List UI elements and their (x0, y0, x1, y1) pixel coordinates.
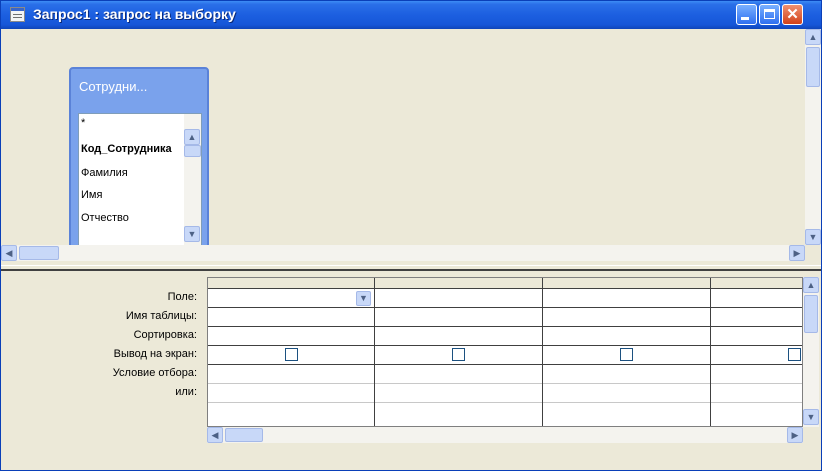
upper-horizontal-scrollbar[interactable]: ◀ ▶ (1, 245, 805, 261)
upper-vertical-scrollbar[interactable]: ▲ ▼ (805, 29, 821, 245)
field-item[interactable]: Имя (81, 189, 102, 201)
field-item-key[interactable]: Код_Сотрудника (81, 143, 172, 155)
scroll-thumb[interactable] (184, 145, 201, 157)
close-button[interactable]: ✕ (782, 4, 803, 25)
scroll-down-icon[interactable]: ▼ (805, 229, 821, 245)
minimize-icon (741, 17, 749, 20)
scroll-thumb[interactable] (804, 295, 818, 333)
grid-column[interactable] (711, 278, 802, 426)
field-item[interactable]: Отчество (81, 212, 129, 224)
query-window: Запрос1 : запрос на выборку ✕ Сотрудни..… (0, 0, 822, 471)
scroll-thumb[interactable] (225, 428, 263, 442)
show-checkbox[interactable] (452, 348, 465, 361)
field-item[interactable]: * (81, 117, 85, 129)
show-cell[interactable] (208, 346, 374, 365)
table-pane[interactable]: Сотрудни... * Код_Сотрудника Фамилия Имя… (1, 29, 821, 265)
row-label-sort: Сортировка: (133, 329, 197, 341)
design-grid-pane: Поле: Имя таблицы: Сортировка: Вывод на … (1, 271, 821, 470)
maximize-button[interactable] (759, 4, 780, 25)
grid-vertical-scrollbar[interactable]: ▲ ▼ (803, 277, 819, 427)
query-window-icon[interactable] (10, 7, 25, 22)
maximize-icon (764, 9, 775, 19)
sort-cell[interactable] (543, 327, 710, 346)
scroll-right-icon[interactable]: ▶ (787, 427, 803, 443)
sort-cell[interactable] (375, 327, 542, 346)
scroll-right-icon[interactable]: ▶ (789, 245, 805, 261)
minimize-button[interactable] (736, 4, 757, 25)
row-label-or: или: (175, 386, 197, 398)
criteria-cell[interactable] (375, 365, 542, 384)
sort-cell[interactable] (711, 327, 802, 346)
grid-column[interactable] (543, 278, 711, 426)
field-item[interactable]: Фамилия (81, 167, 128, 179)
row-label-table: Имя таблицы: (125, 310, 197, 322)
row-label-show: Вывод на экран: (113, 348, 197, 360)
grid-column[interactable] (375, 278, 543, 426)
or-cell[interactable] (543, 384, 710, 403)
scroll-down-icon[interactable]: ▼ (184, 226, 200, 242)
column-selector[interactable] (543, 278, 710, 289)
scroll-up-icon[interactable]: ▲ (184, 129, 200, 145)
scroll-up-icon[interactable]: ▲ (805, 29, 821, 45)
grid-column[interactable]: ▼ (208, 278, 375, 426)
scroll-up-icon[interactable]: ▲ (803, 277, 819, 293)
close-icon: ✕ (786, 6, 799, 23)
field-cell[interactable] (543, 289, 710, 308)
grid-horizontal-scrollbar[interactable]: ◀ ▶ (207, 427, 803, 443)
show-checkbox[interactable] (788, 348, 801, 361)
show-cell[interactable] (375, 346, 542, 365)
show-cell[interactable] (543, 346, 710, 365)
query-design-grid[interactable]: ▼ (207, 277, 803, 427)
table-field-list[interactable]: Сотрудни... * Код_Сотрудника Фамилия Имя… (69, 67, 209, 259)
show-checkbox[interactable] (620, 348, 633, 361)
table-cell[interactable] (711, 308, 802, 327)
column-selector[interactable] (375, 278, 542, 289)
show-cell[interactable] (711, 346, 802, 365)
table-cell[interactable] (208, 308, 374, 327)
row-label-field: Поле: (167, 291, 197, 303)
criteria-cell[interactable] (711, 365, 802, 384)
table-cell[interactable] (375, 308, 542, 327)
criteria-cell[interactable] (543, 365, 710, 384)
scroll-thumb[interactable] (19, 246, 59, 260)
field-list-scrollbar[interactable]: ▲ ▼ (184, 114, 201, 250)
show-checkbox[interactable] (285, 348, 298, 361)
window-title: Запрос1 : запрос на выборку (33, 6, 236, 22)
column-selector[interactable] (711, 278, 802, 289)
table-cell[interactable] (543, 308, 710, 327)
sort-cell[interactable] (208, 327, 374, 346)
or-cell[interactable] (375, 384, 542, 403)
scroll-down-icon[interactable]: ▼ (803, 409, 819, 425)
or-cell[interactable] (208, 384, 374, 403)
criteria-cell[interactable] (208, 365, 374, 384)
title-bar[interactable]: Запрос1 : запрос на выборку ✕ (1, 1, 821, 29)
scroll-left-icon[interactable]: ◀ (1, 245, 17, 261)
field-cell[interactable]: ▼ (208, 289, 374, 308)
table-title[interactable]: Сотрудни... (79, 79, 203, 94)
or-cell[interactable] (711, 384, 802, 403)
field-cell[interactable] (375, 289, 542, 308)
dropdown-icon[interactable]: ▼ (356, 291, 371, 306)
scroll-thumb[interactable] (806, 47, 820, 87)
field-list[interactable]: * Код_Сотрудника Фамилия Имя Отчество ▲ … (78, 113, 202, 251)
row-label-criteria: Условие отбора: (112, 367, 197, 379)
column-selector[interactable] (208, 278, 374, 289)
scroll-left-icon[interactable]: ◀ (207, 427, 223, 443)
field-cell[interactable] (711, 289, 802, 308)
